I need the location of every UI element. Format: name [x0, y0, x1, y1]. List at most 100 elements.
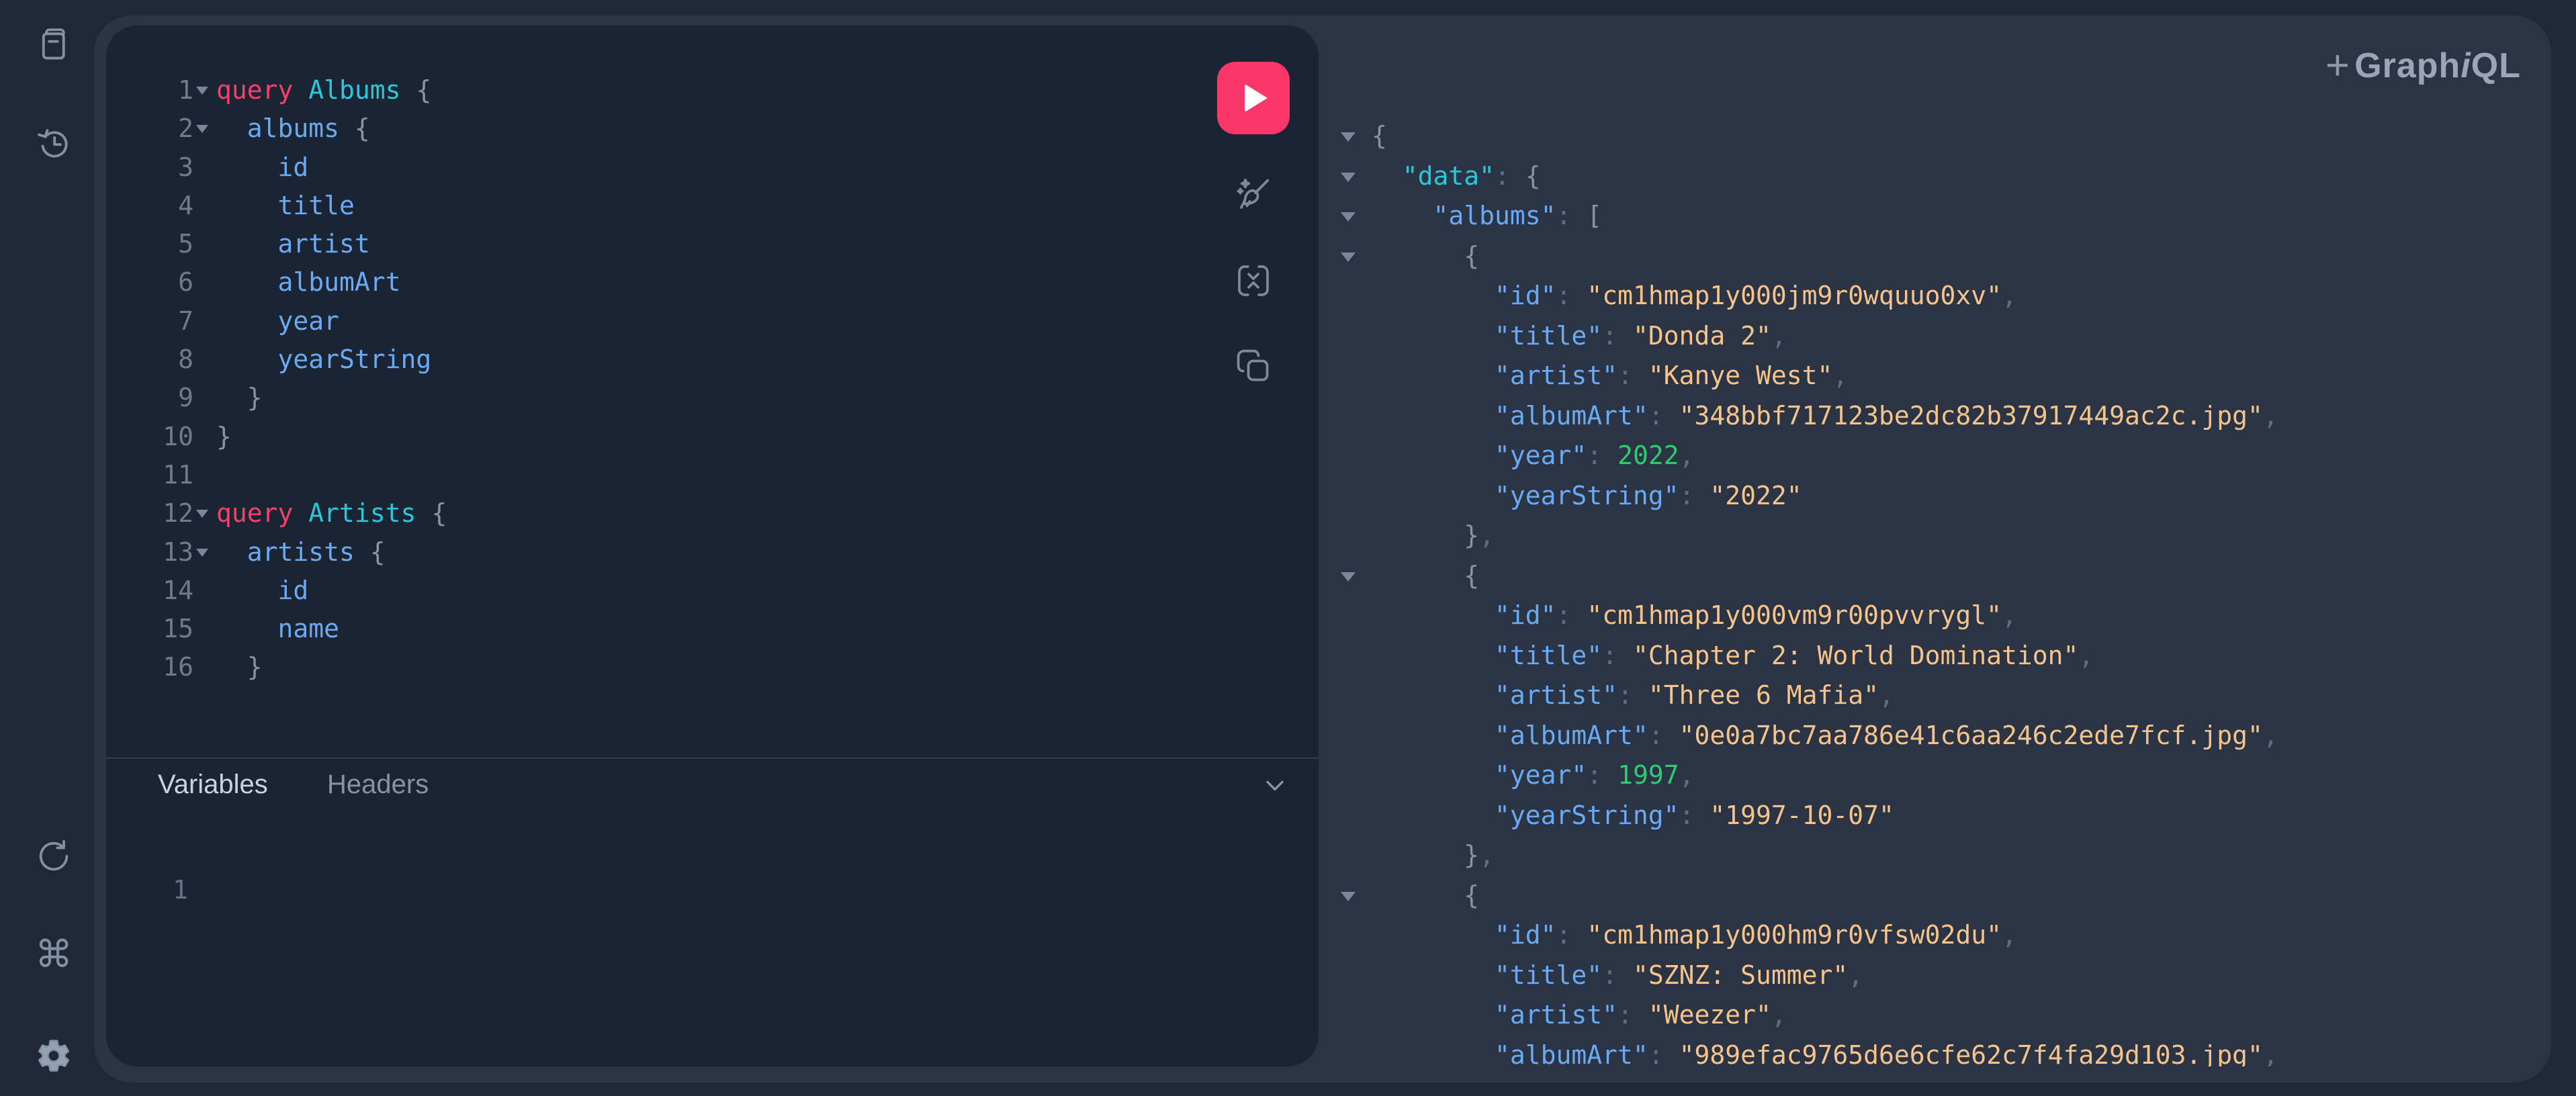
code-text: },: [1372, 520, 1495, 550]
line-number: 10: [163, 421, 193, 451]
refetch-schema-button[interactable]: [30, 833, 77, 880]
query-editor[interactable]: 1 query Albums {2 albums {3 id 4 title 5 ar…: [106, 26, 1248, 687]
code-text: query Artists {: [216, 498, 447, 529]
code-text: "artist": "Kanye West",: [1372, 361, 1849, 390]
code-text: "id": "cm1hmap1y000vm9r00pvvrygl",: [1372, 600, 2017, 630]
code-text: "year": 2022,: [1372, 441, 1695, 470]
line-number: 9: [178, 383, 193, 413]
code-line: 8 yearString: [106, 340, 1248, 379]
editor-tools-divider: [106, 758, 1319, 759]
copy-icon: [1235, 347, 1272, 387]
line-number: 6: [178, 267, 193, 298]
code-line: "albumArt": "348bbf717123be2dc82b3791744…: [1319, 396, 2551, 437]
code-line: 15 name: [106, 610, 1248, 648]
line-number: 8: [178, 345, 193, 375]
prettify-icon: [1233, 175, 1274, 217]
fold-arrow-icon[interactable]: [196, 125, 208, 134]
shortcut-keys-button[interactable]: ⌘: [30, 931, 77, 978]
code-text: },: [1372, 840, 1495, 870]
fold-arrow-icon[interactable]: [196, 510, 208, 518]
tab-variables[interactable]: Variables: [158, 770, 268, 800]
code-line: "year": 1997,: [1319, 756, 2551, 796]
line-number: 1: [178, 75, 193, 105]
fold-arrow-icon[interactable]: [196, 548, 208, 557]
code-text: {: [1372, 560, 1480, 590]
fold-arrow-icon[interactable]: [1341, 891, 1356, 901]
code-text: "albumArt": "348bbf717123be2dc82b3791744…: [1372, 400, 2278, 430]
tab-headers[interactable]: Headers: [327, 770, 429, 800]
code-line: "albumArt": "989efac9765d6e6cfe62c7f4fa2…: [1319, 1036, 2551, 1067]
code-text: "title": "Donda 2",: [1372, 320, 1787, 351]
code-line: {: [1319, 116, 2551, 156]
fold-arrow-icon[interactable]: [1341, 132, 1356, 142]
copy-query-button[interactable]: [1232, 345, 1275, 388]
code-line: {: [1319, 236, 2551, 277]
code-line: "artist": "Weezer",: [1319, 995, 2551, 1036]
line-number: 2: [178, 113, 193, 144]
fold-arrow-icon[interactable]: [1341, 212, 1356, 222]
code-line: "title": "Chapter 2: World Domination",: [1319, 636, 2551, 676]
code-line: 9 }: [106, 379, 1248, 417]
fold-arrow-icon[interactable]: [1341, 252, 1356, 262]
code-text: albumArt: [216, 267, 401, 298]
docs-button[interactable]: [30, 21, 77, 68]
code-line: 7 year: [106, 302, 1248, 340]
code-line: 11: [106, 456, 1248, 494]
code-line: "id": "cm1hmap1y000jm9r0wquuo0xv",: [1319, 276, 2551, 316]
code-line: "title": "Donda 2",: [1319, 316, 2551, 357]
code-line: "title": "SZNZ: Summer",: [1319, 956, 2551, 996]
variables-editor-line-number: 1: [173, 875, 188, 905]
fold-arrow-icon[interactable]: [1341, 572, 1356, 582]
code-text: {: [1372, 240, 1480, 271]
line-number: 14: [163, 575, 193, 605]
code-text: title: [216, 190, 355, 220]
code-line: "id": "cm1hmap1y000vm9r00pvvrygl",: [1319, 596, 2551, 636]
code-line: 4 title: [106, 187, 1248, 225]
code-text: }: [216, 421, 232, 451]
code-text: }: [216, 383, 263, 413]
docs-icon: [34, 25, 73, 66]
fold-arrow-icon[interactable]: [1341, 172, 1356, 182]
code-text: artists {: [216, 537, 386, 567]
fold-arrow-icon[interactable]: [196, 87, 208, 95]
editor-panel: 1 query Albums {2 albums {3 id 4 title 5 ar…: [106, 26, 1319, 1066]
line-number: 16: [163, 652, 193, 682]
code-line: 5 artist: [106, 225, 1248, 263]
code-line: {: [1319, 556, 2551, 596]
code-text: "title": "Chapter 2: World Domination",: [1372, 640, 2094, 670]
line-number: 4: [178, 190, 193, 220]
code-line: 6 albumArt: [106, 263, 1248, 302]
sidebar: ⌘: [0, 0, 94, 1096]
code-text: "albumArt": "0e0a7bc7aa786e41c6aa246c2ed…: [1372, 720, 2278, 750]
code-line: "artist": "Kanye West",: [1319, 356, 2551, 396]
execute-query-button[interactable]: [1217, 62, 1290, 134]
code-text: artist: [216, 229, 370, 259]
code-text: "data": {: [1372, 161, 1541, 191]
code-text: }: [216, 652, 263, 682]
code-text: "albums": [: [1372, 201, 1603, 230]
prettify-query-button[interactable]: [1232, 174, 1275, 217]
line-number: 11: [163, 459, 193, 490]
history-button[interactable]: [30, 121, 77, 168]
merge-icon: [1235, 262, 1272, 302]
response-panel: { "data": { "albums": [ { "id": "cm1hmap…: [1319, 15, 2551, 1066]
code-text: yearString: [216, 345, 432, 375]
merge-fragments-button[interactable]: [1232, 260, 1275, 303]
code-text: year: [216, 306, 340, 336]
code-text: "yearString": "1997-10-07": [1372, 800, 1894, 830]
history-icon: [34, 124, 73, 165]
code-text: "albumArt": "989efac9765d6e6cfe62c7f4fa2…: [1372, 1040, 2278, 1067]
code-line: 1 query Albums {: [106, 71, 1248, 109]
refetch-icon: [34, 837, 73, 878]
play-icon: [1245, 84, 1268, 112]
collapse-secondary-editor-button[interactable]: [1256, 767, 1294, 805]
code-line: },: [1319, 516, 2551, 556]
code-text: query Albums {: [216, 75, 432, 105]
settings-button[interactable]: [30, 1033, 77, 1080]
shortcut-keys-icon: ⌘: [35, 933, 73, 976]
code-line: },: [1319, 835, 2551, 876]
line-number: 5: [178, 229, 193, 259]
code-line: 16 }: [106, 648, 1248, 686]
code-text: name: [216, 614, 340, 644]
code-text: "year": 1997,: [1372, 760, 1695, 790]
